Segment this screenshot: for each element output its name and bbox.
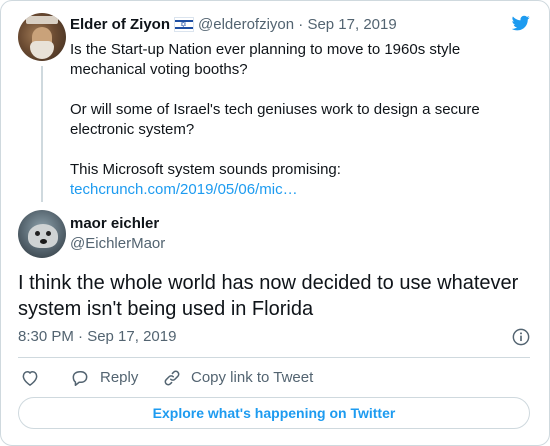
avatar-eye	[35, 231, 40, 236]
info-icon[interactable]	[512, 328, 530, 346]
parent-date[interactable]: Sep 17, 2019	[307, 16, 396, 33]
avatar-eye	[46, 231, 51, 236]
parent-avatar[interactable]	[18, 13, 66, 61]
parent-paragraph-3: This Microsoft system sounds promising:	[70, 161, 341, 178]
link-icon[interactable]	[162, 368, 182, 388]
parent-tweet-text: Is the Start-up Nation ever planning to …	[70, 40, 510, 200]
explore-twitter-button[interactable]: Explore what's happening on Twitter	[18, 397, 530, 429]
reply-avatar[interactable]	[18, 210, 66, 258]
meta-separator: ·	[298, 16, 304, 33]
parent-handle[interactable]: @elderofziyon	[198, 16, 294, 33]
reply-button[interactable]: Reply	[100, 369, 138, 386]
avatar-dog-head	[28, 224, 58, 248]
reply-icon[interactable]	[70, 368, 90, 388]
reply-author-name[interactable]: maor eichler	[70, 215, 159, 232]
avatar-beard	[30, 41, 54, 59]
parent-author-name[interactable]: Elder of Ziyon	[70, 16, 170, 33]
israel-flag-icon: ✡	[174, 17, 194, 32]
reply-tweet-text: I think the whole world has now decided …	[18, 272, 519, 320]
parent-link[interactable]: techcrunch.com/2019/05/06/mic…	[70, 180, 510, 200]
twitter-bird-icon[interactable]	[510, 14, 532, 32]
tweet-timestamp[interactable]: 8:30 PM · Sep 17, 2019	[18, 328, 176, 345]
avatar-nose	[40, 239, 47, 244]
parent-paragraph-1: Is the Start-up Nation ever planning to …	[70, 41, 461, 78]
heart-icon[interactable]	[20, 368, 40, 388]
thread-connector-line	[41, 66, 43, 202]
copy-link-button[interactable]: Copy link to Tweet	[191, 369, 313, 386]
parent-paragraph-2: Or will some of Israel's tech geniuses w…	[70, 101, 480, 138]
parent-meta: @elderofziyon · Sep 17, 2019	[198, 16, 397, 33]
avatar-caption-strip	[26, 16, 58, 24]
reply-author-handle[interactable]: @EichlerMaor	[70, 235, 165, 252]
actions-divider	[18, 357, 530, 358]
